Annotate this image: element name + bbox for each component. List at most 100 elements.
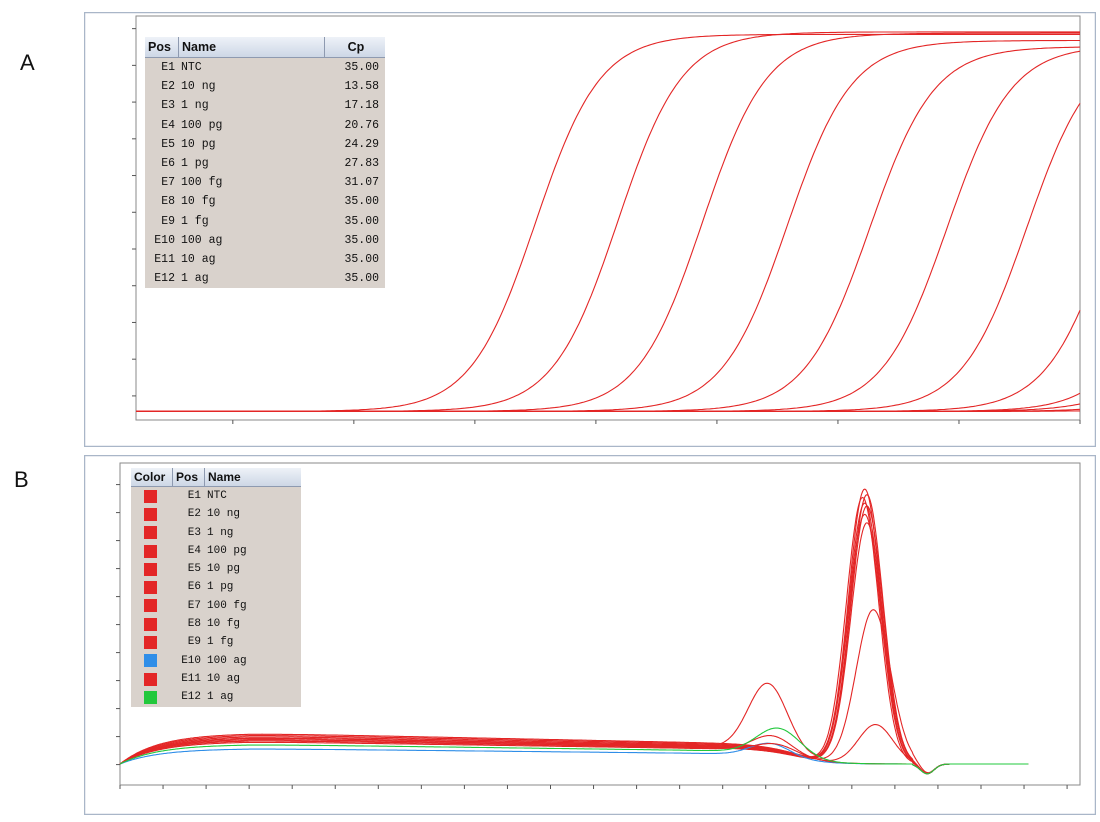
cp-row-value: 35.00: [344, 195, 379, 209]
melt-row-pos: E12: [181, 691, 201, 704]
melt-row-name: 100 pg: [207, 544, 247, 557]
cp-header-name: Name: [179, 37, 325, 57]
cp-row-name: 1 ag: [181, 272, 209, 286]
melt-row-color: [131, 581, 169, 595]
amplification-curve: [136, 309, 1081, 412]
melt-row-name: 10 fg: [207, 618, 241, 631]
panel-label-a: A: [20, 50, 35, 75]
melt-row-color: [131, 599, 169, 613]
melt-row-color: [131, 617, 169, 631]
cp-table-row: E9 1 fg 35.00: [145, 212, 385, 231]
cp-row-pos: E7: [161, 176, 175, 190]
panel-label-b: B: [14, 467, 29, 492]
melt-table-row: E3 1 ng: [131, 524, 301, 542]
melt-row-color: [131, 526, 169, 540]
melt-table-row: E11 10 ag: [131, 670, 301, 688]
melt-row-color: [131, 562, 169, 576]
color-swatch: [143, 507, 157, 521]
cp-table-row: E7 100 fg 31.07: [145, 173, 385, 192]
cp-row-value: 24.29: [344, 137, 379, 151]
cp-row-value: 35.00: [344, 61, 379, 74]
cp-row-name: 1 pg: [181, 156, 209, 170]
melt-row-color: [131, 544, 169, 558]
color-swatch: [143, 562, 157, 576]
melt-header-color: Color: [131, 468, 173, 486]
cp-header-pos: Pos: [145, 37, 179, 57]
melt-table-row: E10 100 ag: [131, 652, 301, 670]
color-swatch: [143, 690, 157, 704]
cp-row-name: 1 ng: [181, 99, 209, 113]
color-swatch: [143, 636, 157, 650]
cp-row-name: 100 fg: [181, 176, 223, 190]
melt-row-pos: E7: [187, 599, 201, 612]
melt-row-pos: E10: [181, 654, 201, 667]
cp-row-value: 17.18: [344, 99, 379, 113]
cp-row-name: NTC: [181, 61, 202, 74]
melt-row-color: [131, 507, 169, 521]
melt-row-pos: E3: [187, 526, 201, 539]
cp-row-value: 35.00: [344, 214, 379, 228]
cp-row-name: 10 pg: [181, 137, 216, 151]
melt-table-row: E7 100 fg: [131, 597, 301, 615]
amplification-curve: [136, 410, 1080, 412]
melting-curve: [119, 727, 1029, 775]
melt-row-name: 10 pg: [207, 563, 241, 576]
melt-legend-table: Color Pos Name E1 NTC E2 10 ng E3 1 ng E4 100 p…: [131, 468, 301, 707]
amplification-curve: [136, 392, 1081, 412]
cp-table-row: E1 NTC 35.00: [145, 58, 385, 77]
melt-row-pos: E8: [187, 618, 201, 631]
melt-row-pos: E11: [181, 672, 201, 685]
melt-row-color: [131, 489, 169, 503]
melt-row-pos: E4: [187, 544, 201, 557]
melt-row-name: 1 ng: [207, 526, 234, 539]
melt-row-pos: E9: [187, 636, 201, 649]
cp-row-value: 27.83: [344, 156, 379, 170]
melt-header-name: Name: [208, 470, 241, 484]
color-swatch: [143, 489, 157, 503]
cp-table-row: E6 1 pg 27.83: [145, 154, 385, 173]
melt-table-row: E1 NTC: [131, 487, 301, 505]
melt-table-row: E4 100 pg: [131, 542, 301, 560]
melt-table-row: E5 10 pg: [131, 560, 301, 578]
melt-row-color: [131, 654, 169, 668]
melt-table-row: E2 10 ng: [131, 505, 301, 523]
melting-curve: [119, 742, 1029, 775]
color-swatch: [143, 544, 157, 558]
melt-table-row: E8 10 fg: [131, 615, 301, 633]
melt-row-name: 10 ng: [207, 508, 241, 521]
cp-row-pos: E9: [161, 214, 175, 228]
cp-header-cp: Cp: [347, 40, 365, 54]
cp-row-pos: E5: [161, 137, 175, 151]
melt-table-header: Color Pos Name: [131, 468, 301, 487]
cp-row-name: 10 ag: [181, 252, 216, 266]
melt-row-name: NTC: [207, 490, 227, 502]
melt-row-pos: E6: [187, 581, 201, 594]
cp-row-pos: E4: [161, 118, 175, 132]
cp-row-pos: E8: [161, 195, 175, 209]
melt-row-pos: E1: [187, 490, 201, 502]
cp-row-value: 35.00: [344, 252, 379, 266]
melt-row-name: 100 fg: [207, 599, 247, 612]
color-swatch: [143, 581, 157, 595]
color-swatch: [143, 672, 157, 686]
color-swatch: [143, 526, 157, 540]
cp-row-name: 10 ng: [181, 80, 216, 94]
cp-row-pos: E12: [154, 272, 175, 286]
cp-row-pos: E6: [161, 156, 175, 170]
melt-row-name: 1 fg: [207, 636, 234, 649]
cp-row-pos: E1: [161, 61, 175, 74]
color-swatch: [143, 654, 157, 668]
cp-row-pos: E2: [161, 80, 175, 94]
melt-header-pos: Pos: [173, 468, 205, 486]
cp-table-row: E5 10 pg 24.29: [145, 135, 385, 154]
cp-table-row: E3 1 ng 17.18: [145, 96, 385, 115]
cp-row-pos: E10: [154, 233, 175, 247]
cp-table-row: E11 10 ag 35.00: [145, 250, 385, 269]
melt-row-pos: E5: [187, 563, 201, 576]
melt-table-row: E6 1 pg: [131, 578, 301, 596]
cp-table-row: E4 100 pg 20.76: [145, 116, 385, 135]
melt-table-row: E12 1 ag: [131, 688, 301, 706]
melt-row-pos: E2: [187, 508, 201, 521]
melt-row-name: 1 ag: [207, 691, 234, 704]
melt-row-name: 1 pg: [207, 581, 234, 594]
